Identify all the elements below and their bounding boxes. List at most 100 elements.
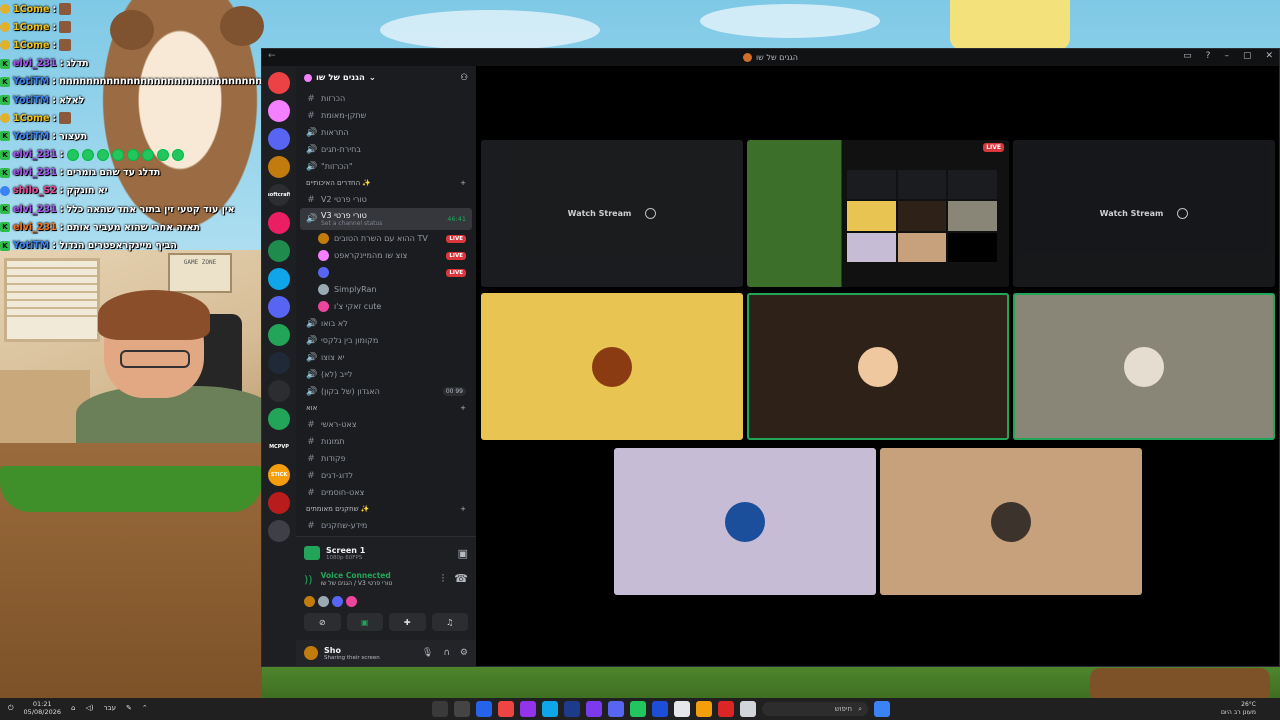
taskbar-app-icon[interactable] — [718, 701, 734, 717]
channel-item[interactable]: 🔊 "הכרזות" — [300, 158, 472, 175]
network-icon[interactable]: ⌂ — [71, 704, 75, 712]
taskbar-app-icon[interactable] — [740, 701, 756, 717]
participant-avatar[interactable] — [332, 595, 343, 607]
channel-item[interactable]: # לדוג-דגים — [300, 467, 472, 484]
server-icon[interactable] — [268, 240, 290, 262]
soundboard-button[interactable]: ♫ — [431, 613, 468, 631]
add-channel-icon[interactable]: + — [460, 404, 466, 412]
server-icon[interactable] — [268, 212, 290, 234]
add-channel-icon[interactable]: + — [460, 505, 466, 513]
activities-button[interactable]: ✚ — [389, 613, 426, 631]
participant-avatar[interactable] — [346, 595, 357, 607]
participant-tile[interactable] — [614, 448, 876, 595]
taskbar-app-icon[interactable] — [674, 701, 690, 717]
channel-item[interactable]: 🔊 התראות — [300, 124, 472, 141]
taskbar-app-icon[interactable] — [586, 701, 602, 717]
channel-item[interactable]: 🔊 לא בואו — [300, 315, 472, 332]
participant-tile[interactable] — [481, 293, 743, 440]
taskbar-app-icon[interactable] — [432, 701, 448, 717]
help-icon[interactable]: ? — [1206, 51, 1211, 61]
guild-header[interactable]: הגנים של שו ⌄ ⚇ — [296, 66, 476, 90]
voice-user[interactable]: ההוא עם השרת הטובים TV LIVE — [300, 230, 472, 247]
camera-off-button[interactable]: ⊘ — [304, 613, 341, 631]
server-icon[interactable] — [268, 156, 290, 178]
server-icon[interactable] — [268, 296, 290, 318]
taskbar-app-icon[interactable] — [498, 701, 514, 717]
channel-item[interactable]: # פקודות — [300, 450, 472, 467]
server-icon[interactable] — [268, 268, 290, 290]
channel-category[interactable]: החדרים האיכותיים ✨ + — [300, 175, 472, 191]
participant-tile[interactable] — [1013, 293, 1275, 440]
noise-suppression-icon[interactable]: ⫶ — [442, 572, 445, 586]
server-icon[interactable] — [268, 408, 290, 430]
share-screen-button[interactable]: ▣ — [346, 613, 383, 631]
screen-share-card[interactable]: Screen 1 1080p 60FPS ▣ — [296, 541, 476, 565]
channel-category[interactable]: שחקנים מאומתים ✨ + — [300, 501, 472, 517]
stream-tile[interactable]: Watch Stream — [481, 140, 743, 287]
channel-item[interactable]: # צאט-חוסמים — [300, 484, 472, 501]
zoom-in-icon[interactable] — [645, 208, 657, 219]
signal-icon[interactable]: )) — [304, 573, 313, 586]
channel-category[interactable]: אוא + — [300, 400, 472, 416]
channel-item[interactable]: # הכרזות — [300, 90, 472, 107]
taskbar-app-icon[interactable] — [454, 701, 470, 717]
voice-user[interactable]: זאקי צ'ו cute — [300, 298, 472, 315]
channel-item[interactable]: # תמונות — [300, 433, 472, 450]
server-icon[interactable] — [268, 352, 290, 374]
zoom-in-icon[interactable] — [1177, 208, 1189, 219]
add-channel-icon[interactable]: + — [460, 179, 466, 187]
channel-item[interactable]: 🔊 יא צוצו — [300, 349, 472, 366]
participant-tile[interactable] — [880, 448, 1142, 595]
taskbar-app-icon[interactable] — [542, 701, 558, 717]
server-icon[interactable] — [268, 72, 290, 94]
microphone-icon[interactable]: 🎙 — [422, 648, 433, 658]
minimize-button[interactable]: – — [1224, 51, 1229, 61]
server-icon[interactable]: STICK — [268, 464, 290, 486]
participant-tile[interactable] — [747, 293, 1009, 440]
participant-avatar[interactable] — [304, 595, 315, 607]
channel-item[interactable]: # V2 טורי פרטי — [300, 191, 472, 208]
clock[interactable]: 01:21 05/08/2026 — [24, 700, 61, 716]
channel-item[interactable]: # שתקן-מאומת — [300, 107, 472, 124]
server-icon[interactable] — [268, 128, 290, 150]
taskbar-app-icon[interactable] — [476, 701, 492, 717]
power-icon[interactable]: ⏻ — [8, 704, 14, 713]
disconnect-icon[interactable]: ☎ — [454, 572, 468, 586]
server-icon[interactable] — [268, 324, 290, 346]
close-button[interactable]: ✕ — [1265, 51, 1273, 61]
stream-tile[interactable]: Watch Stream — [1013, 140, 1275, 287]
channel-item[interactable]: 🔊 האגדון (של בקון) 00 99 — [300, 383, 472, 400]
popout-icon[interactable]: ▣ — [458, 547, 468, 560]
watch-stream-button[interactable]: Watch Stream — [568, 209, 632, 218]
weather-widget[interactable]: 26°C מעונן רב היום — [1221, 701, 1256, 717]
taskbar-app-icon[interactable] — [696, 701, 712, 717]
taskbar-app-icon[interactable] — [608, 701, 624, 717]
pen-icon[interactable]: ✎ — [126, 704, 132, 712]
voice-user[interactable]: צוצ שו מהמיינקראפט LIVE — [300, 247, 472, 264]
taskbar-app-icon[interactable] — [564, 701, 580, 717]
inbox-icon[interactable]: ▭ — [1183, 51, 1192, 61]
server-icon[interactable] — [268, 380, 290, 402]
server-icon[interactable]: softcraft — [268, 184, 290, 206]
tray-chevron-icon[interactable]: ⌃ — [142, 704, 148, 712]
volume-icon[interactable]: ◁) — [85, 704, 93, 712]
taskbar-app-icon[interactable] — [652, 701, 668, 717]
voice-channel-label[interactable]: הגנים של שו / V3 טורי פרטי — [321, 580, 393, 587]
maximize-button[interactable]: ▢ — [1243, 51, 1252, 61]
language-indicator[interactable]: עבר — [104, 704, 116, 712]
server-icon[interactable] — [268, 100, 290, 122]
channel-status[interactable]: Set a channel status — [321, 220, 382, 227]
settings-gear-icon[interactable]: ⚙ — [460, 648, 468, 658]
channel-item[interactable]: 🔊 בחירת-תגים — [300, 141, 472, 158]
channel-item[interactable]: 🔊 V3 טורי פרטי Set a channel status 46:41 — [300, 208, 472, 230]
voice-user[interactable]: LIVE — [300, 264, 472, 281]
channel-item[interactable]: 🔊 מקומון בין גלקסי — [300, 332, 472, 349]
taskbar-app-icon[interactable] — [630, 701, 646, 717]
channel-item[interactable]: # מידע-שחקנים — [300, 517, 472, 534]
server-icon[interactable] — [268, 492, 290, 514]
back-arrow-icon[interactable]: ← — [268, 51, 276, 61]
start-menu-icon[interactable] — [874, 701, 890, 717]
voice-connected-label[interactable]: Voice Connected — [321, 571, 393, 580]
server-icon[interactable]: MCPVP — [268, 436, 290, 458]
watch-stream-button[interactable]: Watch Stream — [1100, 209, 1164, 218]
